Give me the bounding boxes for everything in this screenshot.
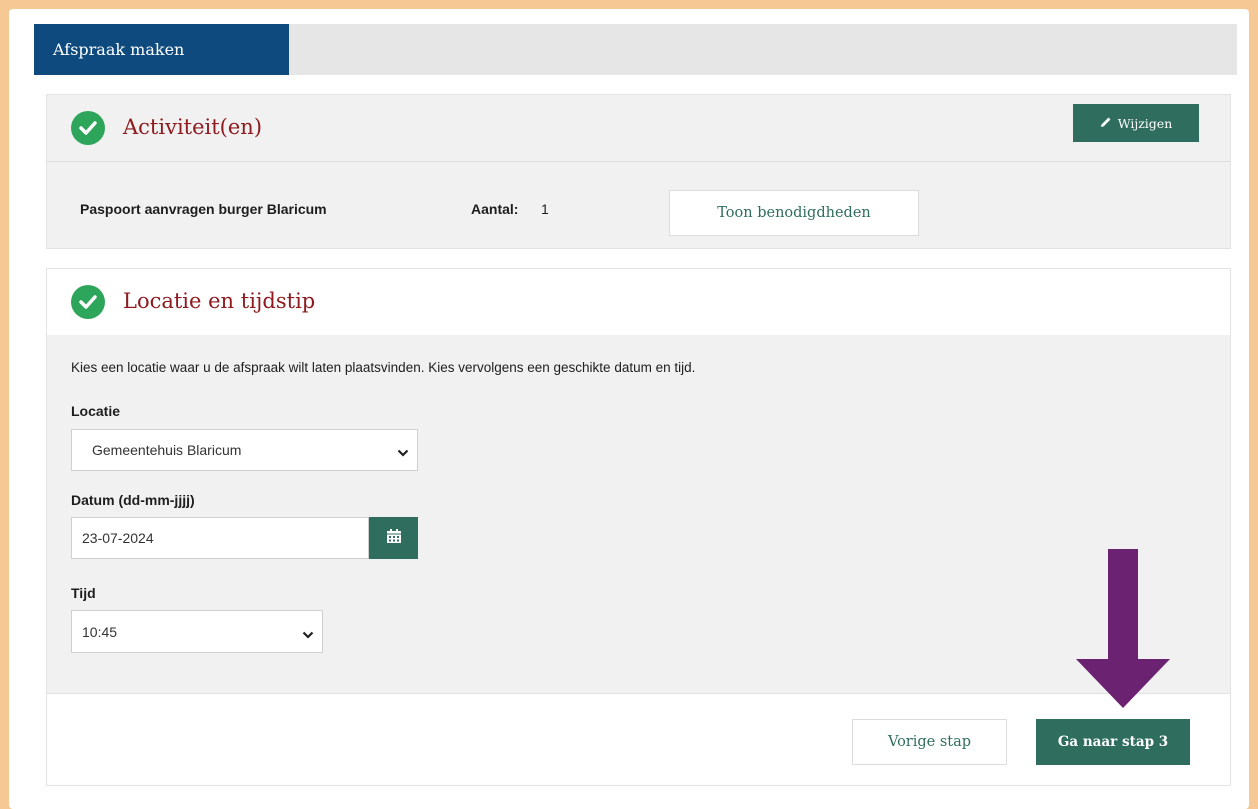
location-form: Kies een locatie waar u de afspraak wilt…: [47, 335, 1230, 694]
activity-title: Activiteit(en): [123, 115, 263, 139]
edit-button-label: Wijzigen: [1117, 115, 1173, 131]
activity-panel: Activiteit(en) Wijzigen Paspoort aanvrag…: [46, 94, 1231, 249]
location-panel-header: Locatie en tijdstip: [47, 269, 1230, 336]
location-select-value: Gemeentehuis Blaricum: [92, 442, 242, 458]
count-value: 1: [541, 201, 549, 217]
chevron-down-icon: [397, 445, 409, 461]
calendar-icon: [386, 528, 402, 549]
time-label: Tijd: [71, 585, 96, 601]
check-circle-icon: [71, 285, 105, 319]
location-intro: Kies een locatie waar u de afspraak wilt…: [71, 360, 696, 375]
count-label: Aantal:: [471, 201, 519, 217]
date-input[interactable]: 23-07-2024: [71, 517, 369, 559]
location-select[interactable]: Gemeentehuis Blaricum: [71, 429, 418, 471]
previous-step-button[interactable]: Vorige stap: [852, 719, 1007, 765]
time-select-value: 10:45: [82, 623, 118, 640]
activity-panel-header: Activiteit(en) Wijzigen: [47, 95, 1230, 162]
show-requirements-button[interactable]: Toon benodigdheden: [669, 190, 919, 236]
activity-item-name: Paspoort aanvragen burger Blaricum: [80, 201, 327, 217]
arrow-down-icon: [1076, 549, 1171, 714]
location-label: Locatie: [71, 403, 121, 419]
date-label: Datum (dd-mm-jjjj): [71, 492, 195, 508]
time-select[interactable]: 10:45: [71, 610, 323, 653]
pencil-icon: [1100, 116, 1112, 131]
tab-afspraak-maken[interactable]: Afspraak maken: [34, 24, 289, 75]
location-panel: Locatie en tijdstip Kies een locatie waa…: [46, 268, 1231, 786]
check-circle-icon: [71, 111, 105, 145]
tab-bar: Afspraak maken: [34, 24, 1237, 75]
location-title: Locatie en tijdstip: [123, 289, 316, 313]
chevron-down-icon: [302, 627, 314, 643]
edit-button[interactable]: Wijzigen: [1073, 104, 1199, 142]
next-step-button[interactable]: Ga naar stap 3: [1036, 719, 1190, 765]
calendar-button[interactable]: [369, 517, 418, 559]
